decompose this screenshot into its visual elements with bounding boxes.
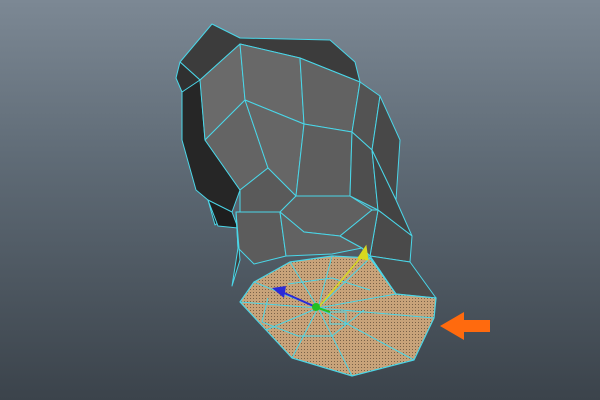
3d-viewport[interactable] <box>0 0 600 400</box>
manipulator-center[interactable] <box>312 303 320 311</box>
arrow-left-icon <box>440 312 490 340</box>
mesh-face-mid-3[interactable] <box>295 123 353 197</box>
mesh-face-neck-3[interactable] <box>235 211 287 265</box>
polygon-mesh[interactable] <box>175 23 437 299</box>
mesh-scene[interactable] <box>0 0 600 400</box>
